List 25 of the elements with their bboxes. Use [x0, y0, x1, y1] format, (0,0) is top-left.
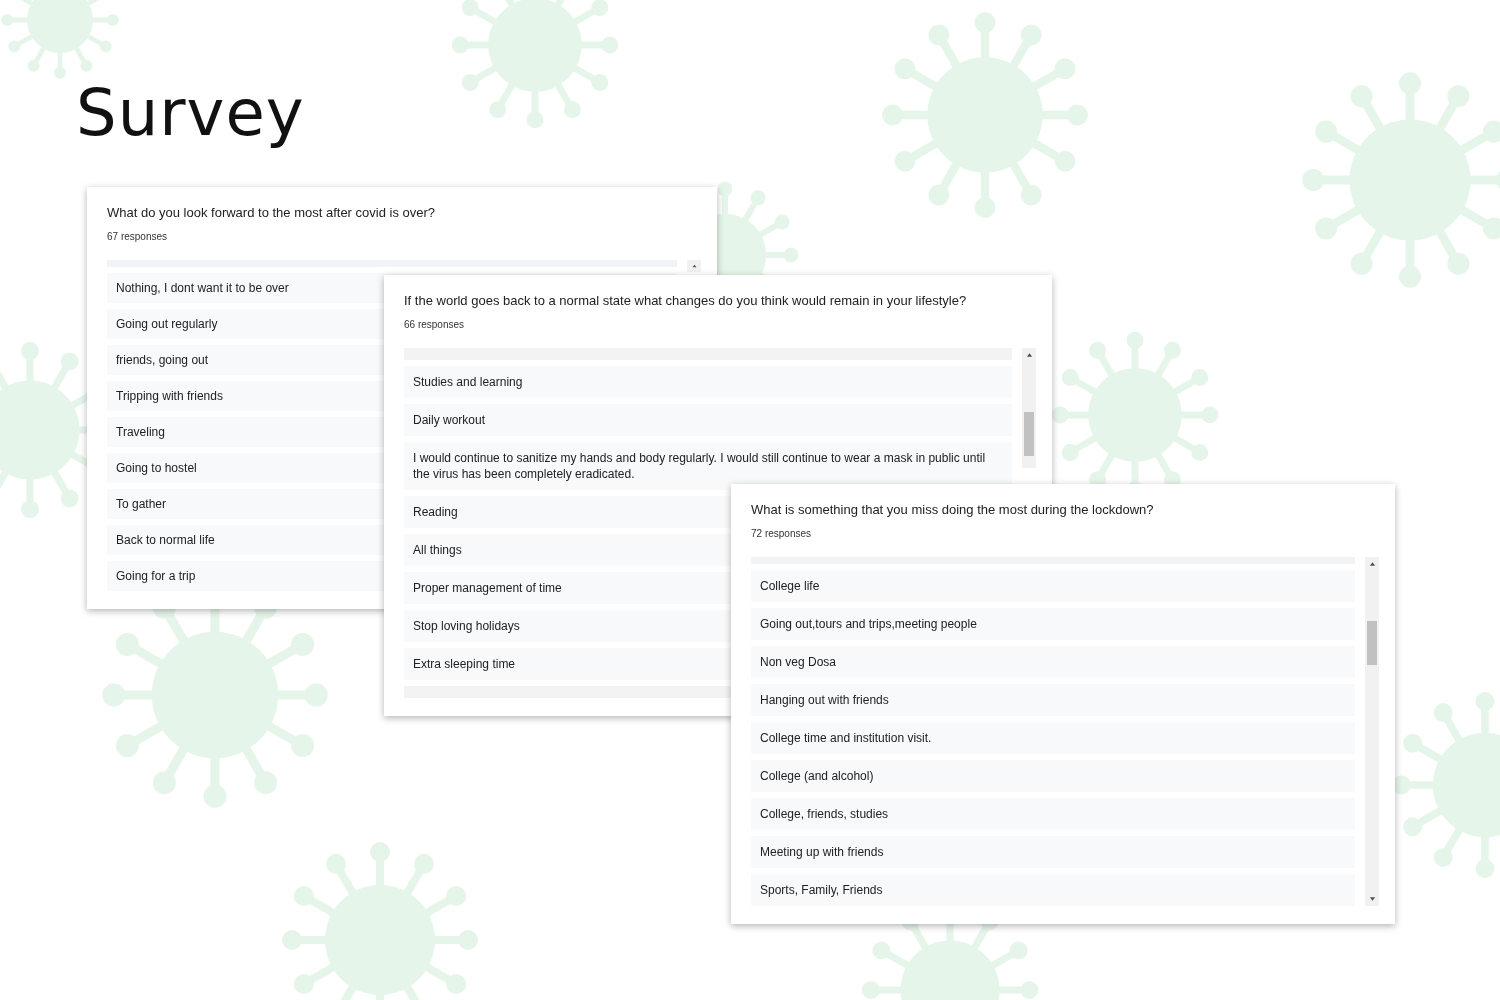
- scroll-down-icon[interactable]: [1368, 896, 1376, 902]
- scroll-up-icon[interactable]: [1368, 561, 1376, 567]
- scroll-up-icon[interactable]: [690, 264, 698, 268]
- answer-row: I would continue to sanitize my hands and body regularly. I would still continue to wear a mask in public until the virus has been completely eradicated.: [404, 442, 1012, 490]
- answer-row: Non veg Dosa: [751, 646, 1355, 678]
- answer-row: Daily workout: [404, 404, 1012, 436]
- page-title: Survey: [76, 76, 305, 150]
- answer-row: Sports, Family, Friends: [751, 874, 1355, 906]
- scrollbar[interactable]: [1365, 557, 1379, 906]
- answer-row: Meeting up with friends: [751, 836, 1355, 868]
- answer-row: College, friends, studies: [751, 798, 1355, 830]
- response-count: 66 responses: [404, 319, 466, 330]
- answer-row: Going out,tours and trips,meeting people: [751, 608, 1355, 640]
- answer-row: Hanging out with friends: [751, 684, 1355, 716]
- answer-row: College life: [751, 570, 1355, 602]
- response-count: 67 responses: [107, 231, 169, 242]
- scroll-thumb[interactable]: [1367, 621, 1377, 665]
- scrollbar[interactable]: [687, 260, 701, 272]
- answer-row: Studies and learning: [404, 366, 1012, 398]
- question-text: What do you look forward to the most after covid is over?: [107, 205, 437, 220]
- scroll-up-icon[interactable]: [1025, 352, 1033, 358]
- scrollbar[interactable]: [1022, 348, 1036, 468]
- scroll-thumb[interactable]: [1024, 412, 1034, 456]
- answer-row: College time and institution visit.: [751, 722, 1355, 754]
- answer-row: College (and alcohol): [751, 760, 1355, 792]
